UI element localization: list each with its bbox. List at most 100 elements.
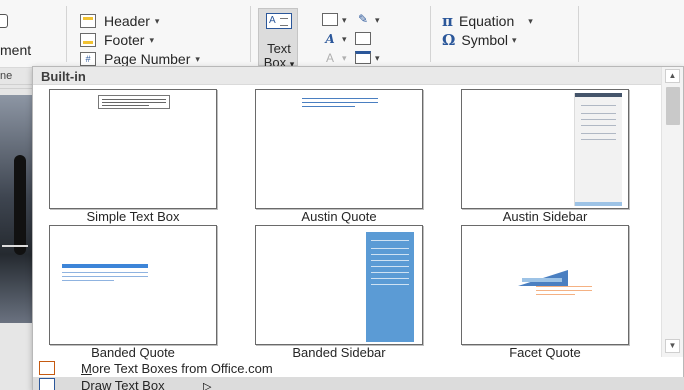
text-line xyxy=(581,125,616,126)
gallery-item-facet-quote[interactable]: Facet Quote xyxy=(453,225,637,363)
text-box-label-line1: Text xyxy=(267,41,291,56)
facet-accent xyxy=(522,278,562,282)
group-separator xyxy=(66,6,67,62)
thumbnail-caption: Facet Quote xyxy=(509,345,581,360)
sidebar-shape xyxy=(366,232,414,342)
symbol-label: Symbol xyxy=(461,32,509,48)
header-button[interactable]: Header ▾ xyxy=(80,12,159,30)
chevron-down-icon: ▾ xyxy=(154,15,160,26)
text-line xyxy=(102,102,166,103)
builtin-section-header: Built-in xyxy=(33,67,661,85)
chevron-down-icon: ▾ xyxy=(512,34,517,45)
text-line xyxy=(302,98,378,99)
text-line xyxy=(371,272,409,273)
date-time-icon[interactable] xyxy=(355,32,371,45)
text-box-button[interactable]: A Text Box ▾ xyxy=(258,8,298,70)
gallery-item-simple-text-box[interactable]: Simple Text Box xyxy=(41,89,225,227)
group-separator xyxy=(250,6,251,62)
ribbon-left-fragment: ment xyxy=(0,0,62,68)
text-line xyxy=(371,260,409,261)
group-separator xyxy=(430,6,431,62)
chevron-down-icon: ▾ xyxy=(149,34,154,45)
ribbon: ment Header ▾ Footer ▾ # Page Number ▾ A… xyxy=(0,0,684,70)
ribbon-fragment-label: ment xyxy=(0,42,32,58)
text-line xyxy=(371,254,409,255)
banded-sidebar-preview xyxy=(255,225,423,345)
omega-icon: Ω xyxy=(442,31,456,49)
quick-parts-icon[interactable] xyxy=(322,13,338,26)
gallery-item-austin-sidebar[interactable]: Austin Sidebar xyxy=(453,89,637,227)
draw-text-box-icon xyxy=(39,378,55,390)
equation-label: Equation xyxy=(458,13,515,29)
text-line xyxy=(102,105,149,106)
cover-page-icon[interactable] xyxy=(0,14,8,28)
quote-lines xyxy=(536,286,592,298)
more-text-boxes-label: More Text Boxes from Office.com xyxy=(81,361,273,376)
footer-label: Footer xyxy=(104,32,145,48)
sidebar-top-band xyxy=(575,93,622,97)
drop-cap-icon[interactable]: A xyxy=(322,51,338,65)
gallery-item-austin-quote[interactable]: Austin Quote xyxy=(247,89,431,227)
text-box-gallery: Built-in ▲ ▼ Simple Text Box Austin Quot… xyxy=(32,66,684,390)
quote-lines xyxy=(62,272,148,284)
facet-quote-preview xyxy=(461,225,629,345)
text-line xyxy=(302,106,356,107)
text-line xyxy=(371,240,409,241)
text-line xyxy=(536,286,592,287)
text-line xyxy=(581,119,616,120)
equation-button[interactable]: π Equation ▾ xyxy=(442,12,533,30)
text-line xyxy=(581,105,616,106)
more-text-boxes-menu-item[interactable]: More Text Boxes from Office.com xyxy=(33,360,684,377)
wordart-icon[interactable]: A xyxy=(322,32,338,46)
footer-button[interactable]: Footer ▾ xyxy=(80,31,154,49)
scrollbar-thumb[interactable] xyxy=(666,87,680,125)
document-image xyxy=(0,95,32,323)
text-line xyxy=(62,272,148,273)
thumbnail-caption: Banded Sidebar xyxy=(292,345,386,360)
scroll-down-icon[interactable]: ▼ xyxy=(665,339,680,353)
text-line xyxy=(371,248,409,249)
header-label: Header xyxy=(104,13,150,29)
chevron-down-icon: ▾ xyxy=(195,53,200,64)
text-line xyxy=(581,139,616,140)
text-line xyxy=(62,276,148,277)
chevron-down-icon: ▾ xyxy=(342,53,347,63)
text-line xyxy=(581,113,616,114)
group-separator xyxy=(578,6,579,62)
text-line xyxy=(371,266,409,267)
thumbnail-caption: Austin Quote xyxy=(301,209,377,224)
scroll-up-icon[interactable]: ▲ xyxy=(665,69,680,83)
builtin-section-label: Built-in xyxy=(41,69,86,84)
chevron-down-icon: ▾ xyxy=(375,15,380,25)
text-line xyxy=(581,133,616,134)
gallery-scrollbar[interactable]: ▲ ▼ xyxy=(661,67,683,357)
austin-quote-preview xyxy=(255,89,423,209)
signature-line-icon[interactable]: ✎ xyxy=(355,12,371,26)
chevron-down-icon: ▾ xyxy=(375,53,380,63)
text-line xyxy=(371,284,409,285)
gallery-item-banded-quote[interactable]: Banded Quote xyxy=(41,225,225,363)
divider xyxy=(0,88,32,89)
symbol-button[interactable]: Ω Symbol ▾ xyxy=(442,31,517,49)
sidebar-bottom-band xyxy=(575,202,622,206)
quote-band xyxy=(62,264,148,268)
draw-text-box-menu-item[interactable]: Draw Text Box ▷ xyxy=(33,377,684,390)
office-online-icon xyxy=(39,361,55,375)
text-line xyxy=(102,99,166,100)
divider xyxy=(0,84,32,85)
thumbnail-caption: Simple Text Box xyxy=(86,209,180,224)
gallery-item-banded-sidebar[interactable]: Banded Sidebar xyxy=(247,225,431,363)
quote-lines xyxy=(302,98,378,110)
text-box-shape xyxy=(98,95,170,109)
sidebar-shape xyxy=(574,93,622,206)
thumbnail-caption: Austin Sidebar xyxy=(502,209,588,224)
text-line xyxy=(536,290,592,291)
text-box-icon: A xyxy=(266,13,292,29)
thumbnail-caption: Banded Quote xyxy=(91,345,175,360)
object-icon[interactable] xyxy=(355,51,371,64)
document-text-fragment: ne xyxy=(0,70,13,82)
chevron-down-icon: ▾ xyxy=(342,34,347,44)
header-icon xyxy=(80,14,96,28)
pi-icon: π xyxy=(442,12,453,30)
text-line xyxy=(62,280,114,281)
